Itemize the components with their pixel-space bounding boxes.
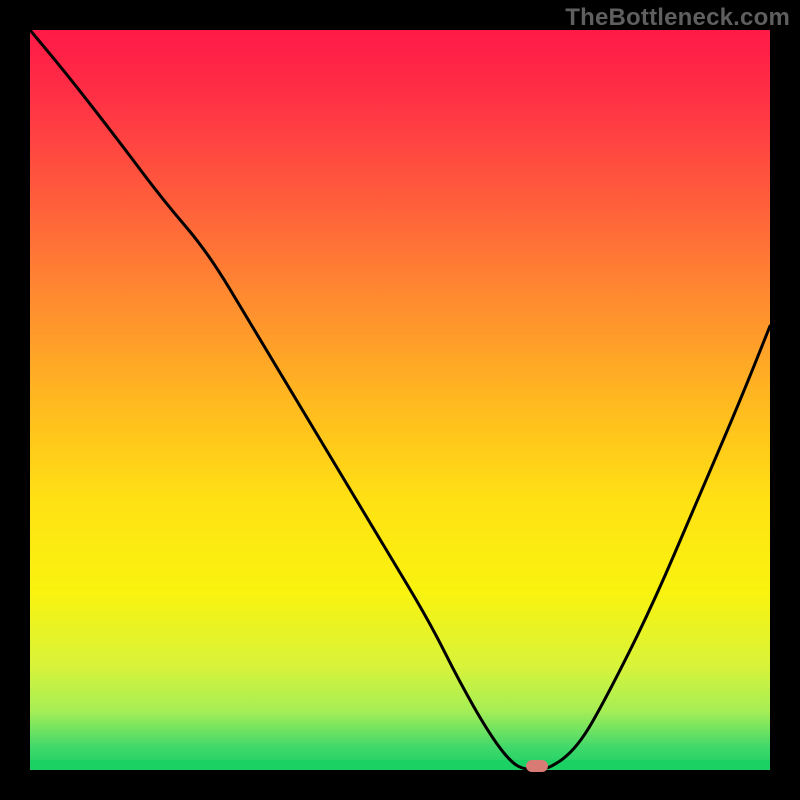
plot-area: [30, 30, 770, 770]
chart-frame: TheBottleneck.com: [0, 0, 800, 800]
optimum-marker: [526, 760, 548, 772]
curve-svg: [30, 30, 770, 770]
bottleneck-curve-path: [30, 30, 770, 770]
watermark-text: TheBottleneck.com: [565, 4, 790, 32]
